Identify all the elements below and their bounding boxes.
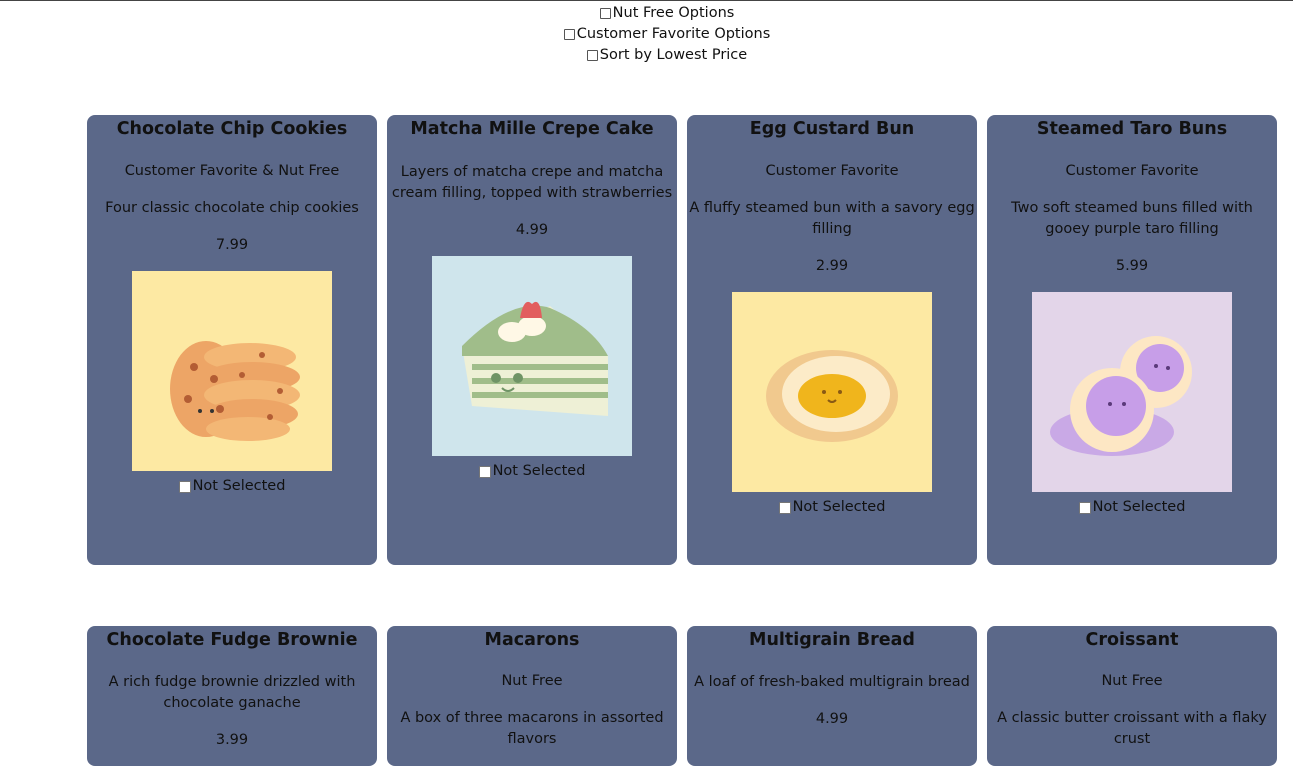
product-title: Chocolate Fudge Brownie [106,630,358,650]
filter-label: Sort by Lowest Price [599,47,748,63]
product-card: Steamed Taro Buns Customer Favorite Two … [987,115,1277,565]
product-price: 4.99 [815,711,849,727]
select-checkbox[interactable] [1078,501,1091,514]
product-description: Layers of matcha crepe and matcha cream … [391,164,673,201]
product-title: Multigrain Bread [749,630,915,650]
cookies-icon [132,271,332,471]
sort-price-checkbox[interactable] [586,50,598,61]
product-title: Macarons [484,630,580,650]
product-price: 3.99 [215,732,249,748]
product-tag: Customer Favorite & Nut Free [124,163,340,179]
select-toggle[interactable]: Not Selected [1078,499,1186,516]
select-checkbox[interactable] [778,501,791,514]
product-price: 4.99 [515,222,549,238]
select-status: Not Selected [492,463,586,479]
filter-panel: Nut Free Options Customer Favorite Optio… [0,3,1293,66]
product-card: Chocolate Chip Cookies Customer Favorite… [87,115,377,565]
product-card: Croissant Nut Free A classic butter croi… [987,626,1277,766]
product-card: Chocolate Fudge Brownie A rich fudge bro… [87,626,377,766]
select-toggle[interactable]: Not Selected [478,463,586,480]
product-price: 2.99 [815,258,849,274]
select-status: Not Selected [192,478,286,494]
filter-sort-price[interactable]: Sort by Lowest Price [586,45,748,66]
product-title: Matcha Mille Crepe Cake [410,119,654,139]
filter-customer-favorite[interactable]: Customer Favorite Options [563,24,771,45]
select-checkbox[interactable] [478,465,491,478]
select-status: Not Selected [1092,499,1186,515]
select-toggle[interactable]: Not Selected [778,499,886,516]
customer-favorite-checkbox[interactable] [563,29,575,40]
taro-buns-icon [1032,292,1232,492]
product-description: Four classic chocolate chip cookies [105,200,359,216]
product-card: Matcha Mille Crepe Cake Layers of matcha… [387,115,677,565]
matcha-cake-icon [432,256,632,456]
product-card: Multigrain Bread A loaf of fresh-baked m… [687,626,977,766]
product-title: Egg Custard Bun [749,119,915,139]
product-tag: Customer Favorite [765,163,899,179]
select-checkbox[interactable] [178,480,191,493]
product-tag: Customer Favorite [1065,163,1199,179]
product-description: A fluffy steamed bun with a savory egg f… [689,200,975,237]
product-tag: Nut Free [501,673,563,689]
product-description: A rich fudge brownie drizzled with choco… [108,674,356,711]
filter-label: Customer Favorite Options [576,26,771,42]
product-description: Two soft steamed buns filled with gooey … [1011,200,1253,237]
filter-label: Nut Free Options [612,5,735,21]
product-title: Chocolate Chip Cookies [116,119,348,139]
product-card: Egg Custard Bun Customer Favorite A fluf… [687,115,977,565]
filter-nut-free[interactable]: Nut Free Options [599,3,735,24]
select-status: Not Selected [792,499,886,515]
product-price: 5.99 [1115,258,1149,274]
custard-bun-icon [732,292,932,492]
product-description: A box of three macarons in assorted flav… [400,710,664,747]
nut-free-checkbox[interactable] [599,8,611,19]
product-title: Steamed Taro Buns [1036,119,1228,139]
select-toggle[interactable]: Not Selected [178,478,286,495]
product-title: Croissant [1085,630,1179,650]
product-description: A classic butter croissant with a flaky … [997,710,1267,747]
product-description: A loaf of fresh-baked multigrain bread [694,674,970,690]
product-price: 7.99 [215,237,249,253]
product-card: Macarons Nut Free A box of three macaron… [387,626,677,766]
product-tag: Nut Free [1101,673,1163,689]
